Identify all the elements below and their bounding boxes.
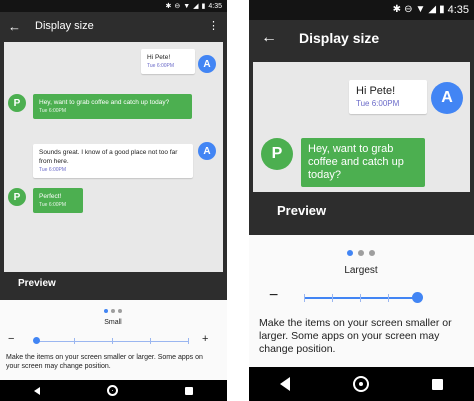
message-time: Tue 6:00PM [39, 202, 67, 208]
signal-icon: ◢ [193, 2, 199, 10]
nav-bar [0, 380, 227, 401]
avatar: P [261, 138, 293, 170]
slider-tick [74, 338, 75, 344]
battery-icon: ▮ [439, 4, 445, 15]
preview-area: Hi Pete! Tue 6:00PM A P Hey, want to gra… [249, 55, 474, 235]
size-controls: Small − + Make the items on your screen … [0, 300, 227, 380]
avatar: A [198, 55, 216, 73]
battery-icon: ▮ [201, 2, 206, 10]
avatar: P [8, 188, 26, 206]
toolbar: ← Display size [249, 20, 474, 55]
message-text: Sounds great. I know of a good place not… [39, 149, 178, 165]
preview-label: Preview [18, 278, 56, 289]
slider-tick [304, 294, 305, 302]
wifi-icon: ▼ [183, 2, 191, 10]
message-bubble: Sounds great. I know of a good place not… [33, 144, 193, 178]
status-bar: ✱ ⊖ ▼ ◢ ▮ 4:35 [0, 0, 227, 12]
nav-recents-icon[interactable] [431, 378, 443, 390]
page-title: Display size [35, 20, 94, 32]
nav-home-icon[interactable] [352, 376, 369, 392]
message-time: Tue 6:00PM [356, 99, 400, 108]
avatar-initial: A [441, 89, 453, 106]
size-label: Small [104, 319, 122, 326]
slider-tick [188, 338, 189, 344]
chat-preview: Hi Pete! Tue 6:00PM A P Hey, want to gra… [4, 42, 223, 272]
page-indicator-dot [104, 309, 108, 313]
nav-back-icon[interactable] [280, 377, 291, 391]
minus-button[interactable]: − [269, 288, 278, 304]
message-bubble: Perfect! Tue 6:00PM [33, 188, 83, 213]
page-indicator-dot [358, 250, 364, 256]
do-not-disturb-icon: ⊖ [404, 4, 413, 15]
page-indicator-dot [118, 309, 122, 313]
avatar: A [431, 82, 463, 114]
size-slider-thumb[interactable] [412, 292, 423, 303]
slider-tick [360, 294, 361, 302]
message-bubble: Hey, want to grab coffee and catch up to… [301, 138, 425, 187]
size-slider-track[interactable] [304, 297, 418, 299]
size-description: Make the items on your screen smaller or… [6, 354, 203, 370]
message-text: Hey, want to grab coffee and catch up to… [39, 99, 170, 106]
avatar-initial: P [271, 145, 283, 162]
message-text: Hey, want to grab coffee and catch up to… [308, 143, 404, 181]
message-time: Tue 6:00PM [147, 63, 175, 69]
avatar-initial: P [13, 191, 21, 203]
message-text: Perfect! [39, 193, 62, 200]
message-text: Hi Pete! [147, 54, 171, 61]
nav-recents-icon[interactable] [185, 386, 194, 395]
size-controls: Largest − Make the items on your screen … [249, 235, 474, 367]
slider-tick [332, 294, 333, 302]
slider-tick [388, 294, 389, 302]
message-time: Tue 6:00PM [39, 167, 67, 173]
do-not-disturb-icon: ⊖ [174, 2, 181, 10]
message-text: Hi Pete! [356, 85, 396, 97]
preview-area: Hi Pete! Tue 6:00PM A P Hey, want to gra… [0, 40, 227, 300]
status-time: 4:35 [447, 4, 469, 16]
chat-preview: Hi Pete! Tue 6:00PM A P Hey, want to gra… [253, 62, 470, 192]
minus-button[interactable]: − [8, 334, 14, 345]
plus-button[interactable]: + [202, 334, 208, 345]
more-vert-icon[interactable]: ⋮ [208, 20, 219, 32]
status-time: 4:35 [208, 2, 222, 10]
page-indicator-dot [369, 250, 375, 256]
message-bubble: Hi Pete! Tue 6:00PM [349, 80, 427, 114]
avatar-initial: A [203, 58, 211, 70]
phone-screen-small: ✱ ⊖ ▼ ◢ ▮ 4:35 ← Display size ⋮ Hi Pete!… [0, 0, 227, 401]
avatar: P [8, 94, 26, 112]
wifi-icon: ▼ [415, 4, 426, 15]
message-bubble: Hey, want to grab coffee and catch up to… [33, 94, 192, 119]
nav-bar [249, 367, 474, 401]
message-time: Tue 6:00PM [39, 108, 67, 114]
size-description: Make the items on your screen smaller or… [259, 317, 452, 355]
avatar-initial: A [203, 145, 211, 157]
page-indicator-dot [347, 250, 353, 256]
bluetooth-icon: ✱ [165, 2, 172, 10]
arrow-back-icon[interactable]: ← [261, 29, 277, 46]
message-bubble: Hi Pete! Tue 6:00PM [141, 49, 195, 74]
signal-icon: ◢ [428, 4, 437, 15]
arrow-back-icon[interactable]: ← [8, 20, 21, 33]
preview-label: Preview [277, 203, 327, 218]
page-indicator-dot [111, 309, 115, 313]
size-slider-thumb[interactable] [33, 337, 40, 344]
status-bar: ✱ ⊖ ▼ ◢ ▮ 4:35 [249, 0, 474, 20]
toolbar: ← Display size ⋮ [0, 12, 227, 40]
bluetooth-icon: ✱ [392, 4, 402, 15]
avatar: A [198, 142, 216, 160]
slider-tick [112, 338, 113, 344]
slider-tick [150, 338, 151, 344]
nav-back-icon[interactable] [33, 386, 40, 395]
nav-home-icon[interactable] [106, 385, 118, 396]
size-label: Largest [344, 265, 378, 276]
phone-screen-largest: ✱ ⊖ ▼ ◢ ▮ 4:35 ← Display size Hi Pete! T… [249, 0, 474, 401]
avatar-initial: P [13, 97, 21, 109]
page-title: Display size [299, 29, 380, 46]
